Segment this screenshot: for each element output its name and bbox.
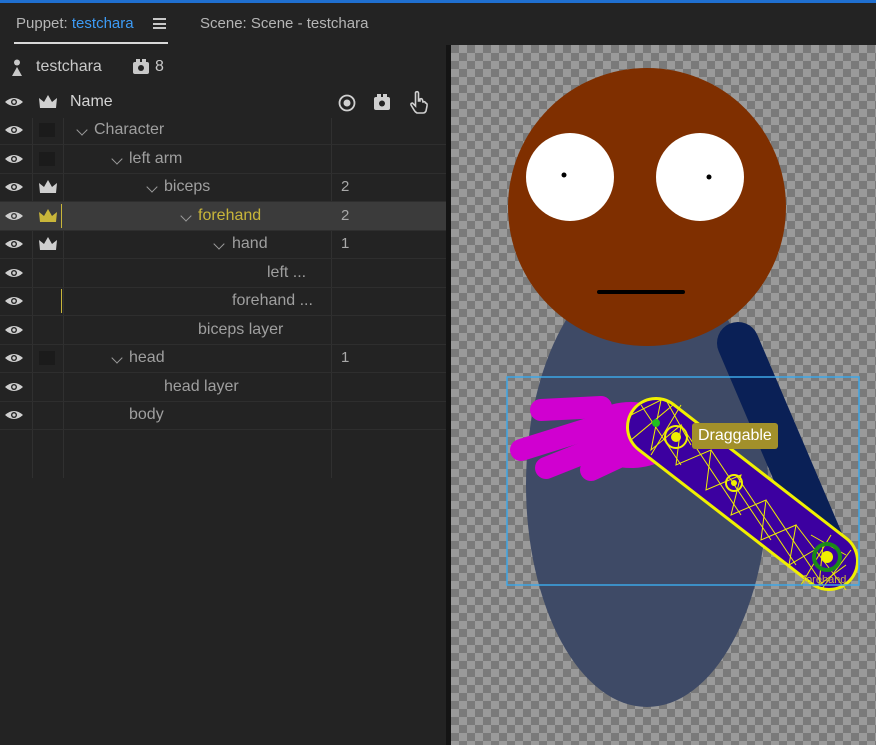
layer-label: body (129, 406, 164, 423)
visibility-header-icon (5, 98, 23, 106)
layer-count: 1 (341, 235, 350, 252)
puppet-package-icon (133, 59, 149, 74)
puppet-layer-count: 8 (155, 58, 164, 75)
crown-toggle-empty[interactable] (39, 351, 55, 365)
record-header-icon (338, 94, 356, 112)
layer-row-head[interactable]: head 1 (0, 344, 446, 373)
hand-header-icon (410, 90, 428, 114)
eye-icon[interactable] (4, 352, 24, 364)
layer-count: 2 (341, 207, 350, 224)
tab-puppet[interactable]: Puppet: testchara (16, 15, 134, 32)
layer-row-head-layer[interactable]: head layer (0, 373, 446, 402)
layer-count: 1 (341, 349, 350, 366)
layer-label: hand (232, 235, 268, 252)
layer-row-biceps-layer[interactable]: biceps layer (0, 316, 446, 345)
eye-icon[interactable] (4, 181, 24, 193)
tab-bar: Puppet: testchara Scene: Scene - testcha… (0, 3, 876, 45)
layer-row-character[interactable]: Character (0, 116, 446, 145)
crown-toggle-empty[interactable] (39, 123, 55, 137)
layer-label: biceps (164, 178, 211, 195)
eye-icon[interactable] (4, 409, 24, 421)
chevron-down-icon[interactable] (180, 210, 192, 222)
eye-icon[interactable] (4, 124, 24, 136)
layer-label: left ... (267, 264, 307, 281)
crown-icon-selected[interactable] (38, 208, 58, 224)
puppet-name: testchara (36, 58, 102, 75)
active-tab-underline (14, 42, 168, 44)
eye-icon[interactable] (4, 324, 24, 336)
crown-icon[interactable] (38, 179, 58, 195)
left-pupil (561, 172, 567, 178)
layer-label: forehand (198, 207, 262, 224)
crown-header-icon (39, 95, 57, 108)
eye-icon[interactable] (4, 238, 24, 250)
crown-icon[interactable] (38, 236, 58, 252)
table-header: Name (0, 88, 446, 116)
scene-canvas[interactable]: forehand Draggable (451, 45, 876, 745)
layer-row-left-art[interactable]: left ... (0, 259, 446, 288)
layer-label: head (129, 349, 165, 366)
name-column-header[interactable]: Name (70, 93, 113, 111)
layer-row-forehand[interactable]: forehand 2 (0, 202, 446, 231)
layer-label: left arm (129, 150, 183, 167)
layer-row-biceps[interactable]: biceps 2 (0, 173, 446, 202)
layer-label: biceps layer (198, 321, 284, 338)
layer-label: forehand ... (232, 292, 313, 309)
chevron-down-icon[interactable] (111, 153, 123, 165)
tab-puppet-name: testchara (71, 15, 134, 32)
layer-count: 2 (341, 178, 350, 195)
tab-puppet-prefix: Puppet: (16, 15, 72, 32)
draggable-tooltip: Draggable (692, 423, 778, 449)
layer-row-body[interactable]: body (0, 401, 446, 430)
character-right-eye (656, 133, 744, 221)
panel-menu-icon[interactable] (153, 18, 166, 29)
chevron-down-icon[interactable] (111, 352, 123, 364)
layer-label: head layer (164, 378, 239, 395)
layer-row-left-arm[interactable]: left arm (0, 145, 446, 174)
eye-icon[interactable] (4, 295, 24, 307)
tab-scene[interactable]: Scene: Scene - testchara (200, 15, 368, 32)
character-left-eye (526, 133, 614, 221)
eye-icon[interactable] (4, 381, 24, 393)
puppet-person-icon (12, 59, 22, 76)
crown-toggle-empty[interactable] (39, 152, 55, 166)
behavior-header-icon (374, 94, 390, 110)
eye-icon[interactable] (4, 267, 24, 279)
chevron-down-icon[interactable] (146, 181, 158, 193)
handle-label: forehand (803, 574, 846, 586)
eye-icon[interactable] (4, 153, 24, 165)
puppet-panel: testchara 8 Name Character left arm bice… (0, 45, 446, 745)
layer-row-forehand-art[interactable]: forehand ... (0, 287, 446, 316)
eye-icon[interactable] (4, 210, 24, 222)
selection-link-line (61, 289, 62, 313)
chevron-down-icon[interactable] (213, 238, 225, 250)
layer-row-hand[interactable]: hand 1 (0, 230, 446, 259)
chevron-down-icon[interactable] (76, 124, 88, 136)
layer-label: Character (94, 121, 165, 138)
right-pupil (706, 174, 712, 180)
selection-link-line (61, 204, 62, 228)
